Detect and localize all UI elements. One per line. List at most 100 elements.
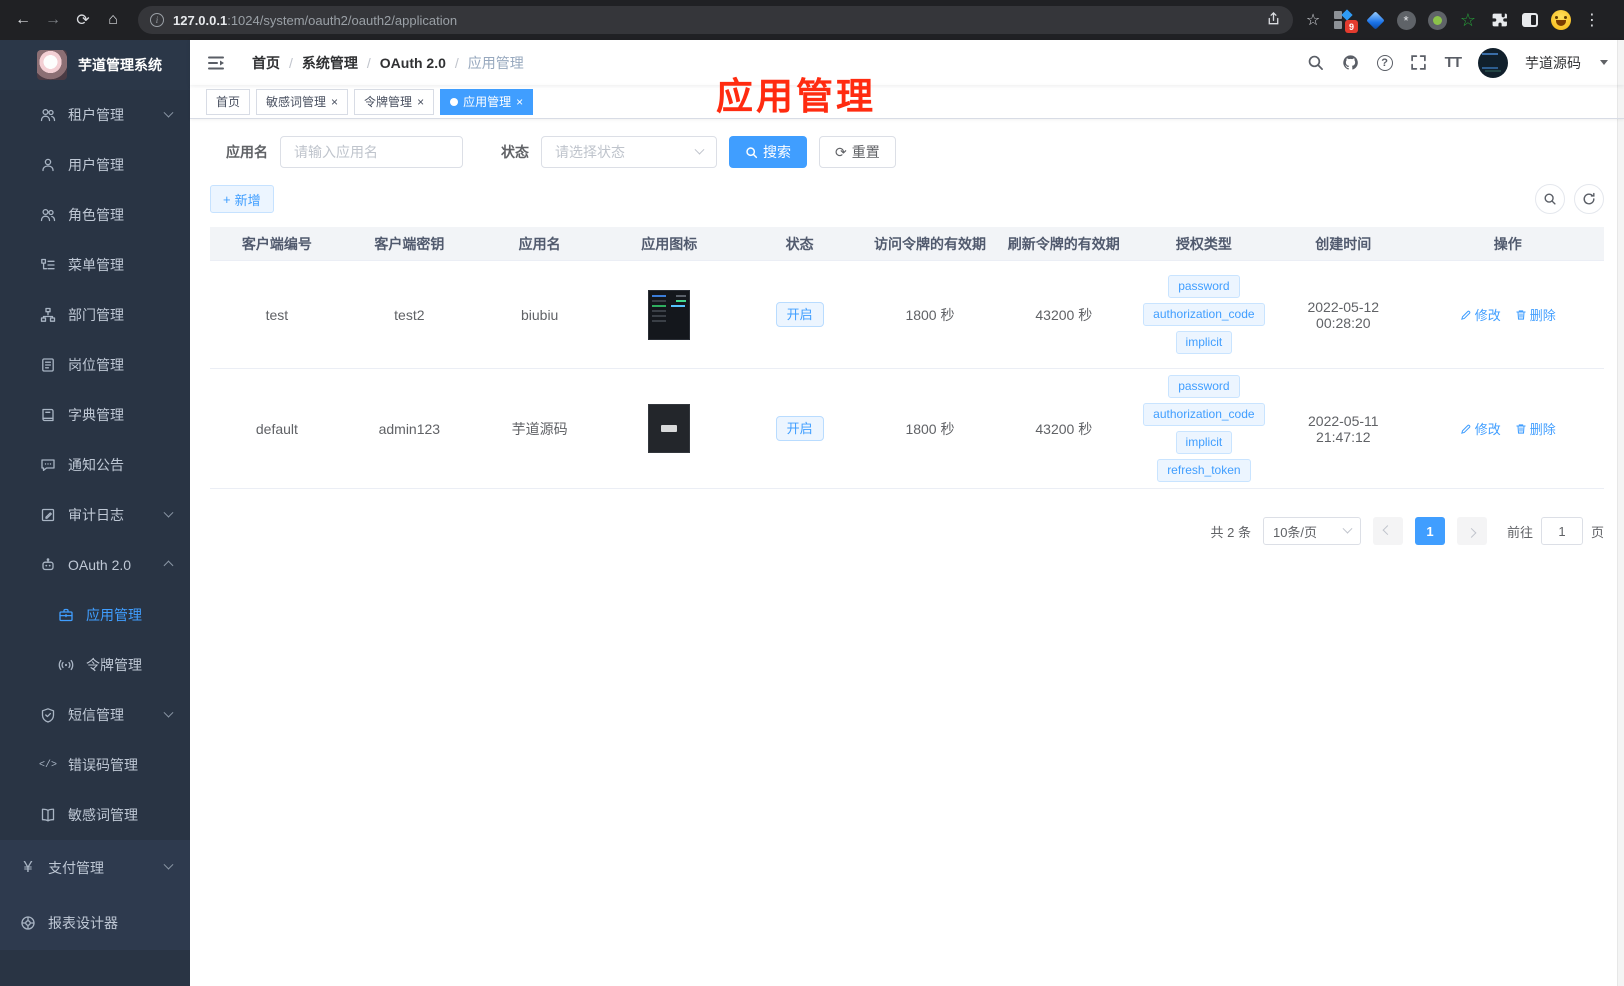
header-search-icon[interactable] (1307, 54, 1325, 72)
app-title: 芋道管理系统 (78, 57, 162, 73)
close-icon[interactable]: × (331, 95, 338, 109)
cell-created: 2022-05-11 21:47:12 (1308, 412, 1379, 445)
sidebar-item-dict[interactable]: 字典管理 (0, 390, 190, 440)
sidebar-collapse-icon[interactable] (206, 53, 226, 73)
goto-label: 前往 (1506, 524, 1533, 540)
browser-reload-button[interactable]: ⟳ (70, 7, 96, 33)
extension-gem-icon[interactable] (1365, 10, 1385, 30)
browser-forward-button[interactable]: → (40, 7, 66, 33)
sidebar-item-post[interactable]: 岗位管理 (0, 340, 190, 390)
tab-application-active[interactable]: 应用管理 × (440, 88, 534, 115)
status-select[interactable]: 请选择状态 (541, 136, 717, 168)
reset-button[interactable]: ⟳ 重置 (819, 136, 896, 168)
address-bar[interactable]: i 127.0.0.1 :1024/system/oauth2/oauth2/a… (138, 6, 1293, 34)
prev-page-button[interactable] (1372, 517, 1403, 545)
user-icon (40, 157, 56, 173)
side-panel-icon[interactable] (1520, 10, 1540, 30)
bookmark-star-icon[interactable]: ☆ (1303, 10, 1323, 30)
font-size-icon[interactable]: TT (1445, 54, 1462, 71)
shield-check-icon (40, 707, 56, 723)
edit-button[interactable]: 修改 (1460, 305, 1501, 324)
broadcast-icon (58, 657, 74, 673)
sidebar-item-sensitive-word[interactable]: 敏感词管理 (0, 790, 190, 840)
url-host: 127.0.0.1 (173, 12, 228, 28)
extensions-puzzle-icon[interactable] (1489, 10, 1509, 30)
chevron-down-icon (694, 144, 705, 155)
sidebar-item-menu[interactable]: 菜单管理 (0, 240, 190, 290)
extension-asterisk-icon[interactable]: * (1396, 10, 1416, 30)
close-icon[interactable]: × (417, 95, 424, 109)
delete-button[interactable]: 删除 (1515, 305, 1556, 324)
edit-button[interactable]: 修改 (1460, 419, 1501, 438)
app-icon-image (648, 404, 691, 453)
app-logo[interactable]: 芋道管理系统 (0, 40, 190, 90)
profile-avatar-emoji[interactable] (1551, 10, 1571, 30)
fullscreen-icon[interactable] (1410, 54, 1428, 72)
tab-sensitive-word[interactable]: 敏感词管理 × (256, 88, 349, 115)
delete-button[interactable]: 删除 (1515, 419, 1556, 438)
sidebar-item-tenant[interactable]: 租户管理 (0, 90, 190, 140)
breadcrumb-oauth2[interactable]: OAuth 2.0 (380, 55, 446, 71)
breadcrumb-home[interactable]: 首页 (252, 53, 280, 73)
share-icon[interactable] (1266, 11, 1281, 29)
cell-access-validity: 1800 秒 (905, 306, 955, 323)
user-menu-caret-icon[interactable] (1600, 60, 1608, 65)
sidebar-item-notice[interactable]: 通知公告 (0, 440, 190, 490)
next-page-button[interactable] (1456, 517, 1487, 545)
chevron-down-icon (163, 107, 174, 118)
github-icon[interactable] (1342, 54, 1360, 72)
cell-refresh-validity: 43200 秒 (1035, 306, 1093, 323)
username[interactable]: 芋道源码 (1525, 53, 1581, 73)
sidebar-item-sms[interactable]: 短信管理 (0, 690, 190, 740)
cell-refresh-validity: 43200 秒 (1035, 420, 1093, 437)
app-name-input[interactable] (280, 136, 463, 168)
sidebar-item-error-code[interactable]: </> 错误码管理 (0, 740, 190, 790)
sidebar-item-oauth2-token[interactable]: 令牌管理 (0, 640, 190, 690)
app-icon-image (648, 289, 691, 340)
tab-token[interactable]: 令牌管理 × (354, 88, 435, 115)
sidebar-item-oauth2[interactable]: OAuth 2.0 (0, 540, 190, 590)
user-avatar[interactable] (1478, 47, 1508, 78)
close-icon[interactable]: × (516, 95, 523, 109)
ext-square (1334, 21, 1342, 29)
breadcrumb-system[interactable]: 系统管理 (302, 53, 358, 73)
grant-tag: refresh_token (1157, 459, 1251, 482)
search-button[interactable]: 搜索 (729, 136, 807, 168)
active-dot (450, 97, 459, 106)
sidebar-item-report-designer[interactable]: 报表设计器 (0, 895, 190, 950)
help-icon[interactable]: ? (1376, 54, 1393, 71)
browser-menu-icon[interactable]: ⋮ (1582, 10, 1602, 30)
book-icon (40, 407, 56, 423)
browser-extensions-area: ☆ 9 * ☆ ⋮ (1303, 9, 1602, 33)
extension-password-manager-icon[interactable]: 9 (1334, 9, 1358, 33)
code-icon: </> (39, 759, 58, 771)
sidebar-item-audit-log[interactable]: 审计日志 (0, 490, 190, 540)
sidebar-item-dept[interactable]: 部门管理 (0, 290, 190, 340)
cell-secret: test2 (394, 306, 425, 323)
grant-tag: implicit (1175, 431, 1233, 454)
show-search-button[interactable] (1535, 184, 1565, 214)
sidebar-item-role[interactable]: 角色管理 (0, 190, 190, 240)
sidebar-item-user[interactable]: 用户管理 (0, 140, 190, 190)
cell-app-name: biubiu (520, 306, 559, 323)
site-info-icon[interactable]: i (150, 13, 164, 27)
tab-home[interactable]: 首页 (206, 88, 251, 115)
refresh-table-button[interactable] (1574, 184, 1604, 214)
browser-home-button[interactable]: ⌂ (100, 7, 126, 33)
applications-table: 客户端编号 客户端密钥 应用名 应用图标 状态 访问令牌的有效期 刷新令牌的有效… (210, 227, 1604, 489)
sidebar-bottom-section: ¥ 支付管理 报表设计器 (0, 840, 190, 950)
chevron-down-icon (163, 507, 174, 518)
browser-back-button[interactable]: ← (10, 7, 36, 33)
page-number-active[interactable]: 1 (1414, 517, 1445, 545)
add-button[interactable]: + 新增 (210, 185, 274, 213)
status-label: 状态 (501, 144, 529, 160)
page-unit-label: 页 (1590, 524, 1604, 540)
sidebar-item-pay[interactable]: ¥ 支付管理 (0, 840, 190, 895)
window-scrollbar[interactable] (1617, 40, 1624, 986)
extension-green-star-icon[interactable]: ☆ (1458, 10, 1478, 30)
ext-diamond (1341, 9, 1353, 21)
extension-green-dot-icon[interactable] (1427, 10, 1447, 30)
goto-page-input[interactable] (1540, 517, 1583, 545)
sidebar-item-oauth2-application[interactable]: 应用管理 (0, 590, 190, 640)
page-size-select[interactable]: 10条/页 (1262, 517, 1361, 545)
